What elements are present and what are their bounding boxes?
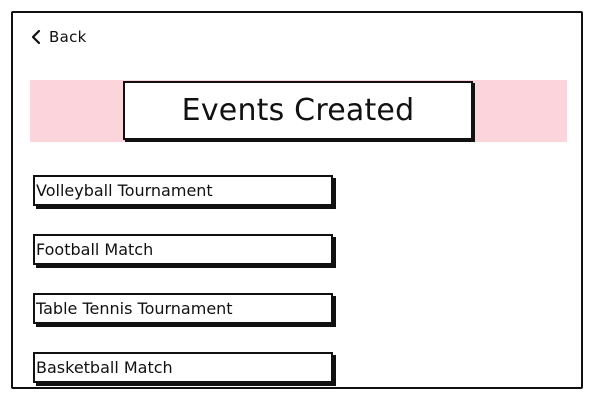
chevron-left-icon	[30, 29, 42, 45]
page-title: Events Created	[181, 93, 415, 128]
event-item-basketball-match[interactable]: Basketball Match	[33, 352, 333, 383]
event-item-volleyball-tournament[interactable]: Volleyball Tournament	[33, 175, 333, 206]
page-title-box: Events Created	[123, 81, 473, 140]
event-label: Table Tennis Tournament	[36, 299, 233, 318]
event-item-table-tennis-tournament[interactable]: Table Tennis Tournament	[33, 293, 333, 324]
event-label: Basketball Match	[36, 358, 173, 377]
event-list: Volleyball Tournament Football Match Tab…	[33, 175, 343, 411]
back-button[interactable]: Back	[30, 26, 87, 48]
event-label: Volleyball Tournament	[36, 181, 213, 200]
back-label: Back	[49, 28, 87, 46]
event-label: Football Match	[36, 240, 154, 259]
event-item-football-match[interactable]: Football Match	[33, 234, 333, 265]
